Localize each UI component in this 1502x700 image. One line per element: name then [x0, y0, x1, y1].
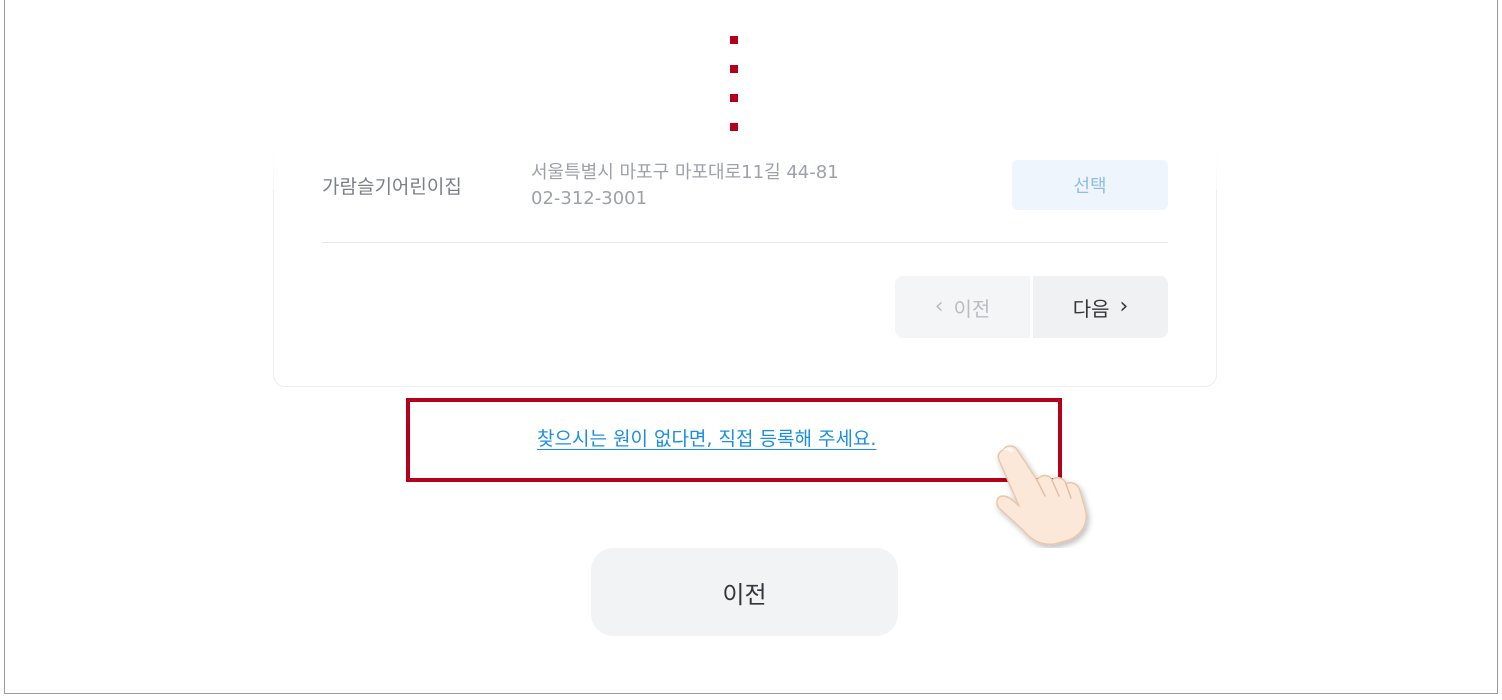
ellipsis-dot — [730, 65, 738, 73]
pagination-next-button[interactable]: 다음 › — [1033, 276, 1168, 338]
back-button[interactable]: 이전 — [591, 548, 898, 636]
facility-phone: 02-312-3001 — [531, 188, 648, 209]
pagination: ‹ 이전 다음 › — [895, 276, 1168, 338]
ellipsis-dot — [730, 36, 738, 44]
ellipsis-dot — [730, 94, 738, 102]
register-directly-link[interactable]: 찾으시는 원이 없다면, 직접 등록해 주세요. — [537, 424, 876, 451]
select-button[interactable]: 선택 — [1012, 160, 1168, 210]
pagination-prev-button[interactable]: ‹ 이전 — [895, 276, 1030, 338]
search-results-card: 가람슬기어린이집 서울특별시 마포구 마포대로11길 44-81 02-312-… — [273, 150, 1217, 387]
result-row: 가람슬기어린이집 서울특별시 마포구 마포대로11길 44-81 02-312-… — [322, 150, 1168, 243]
pagination-prev-label: 이전 — [953, 296, 991, 321]
pagination-next-label: 다음 — [1072, 296, 1110, 321]
chevron-right-icon: › — [1119, 294, 1129, 319]
chevron-left-icon: ‹ — [934, 294, 944, 319]
ellipsis-dot — [730, 123, 738, 131]
vertical-ellipsis-icon — [730, 36, 738, 136]
pointing-hand-icon — [996, 445, 1087, 546]
facility-name: 가람슬기어린이집 — [322, 176, 462, 198]
facility-address: 서울특별시 마포구 마포대로11길 44-81 — [531, 162, 839, 183]
